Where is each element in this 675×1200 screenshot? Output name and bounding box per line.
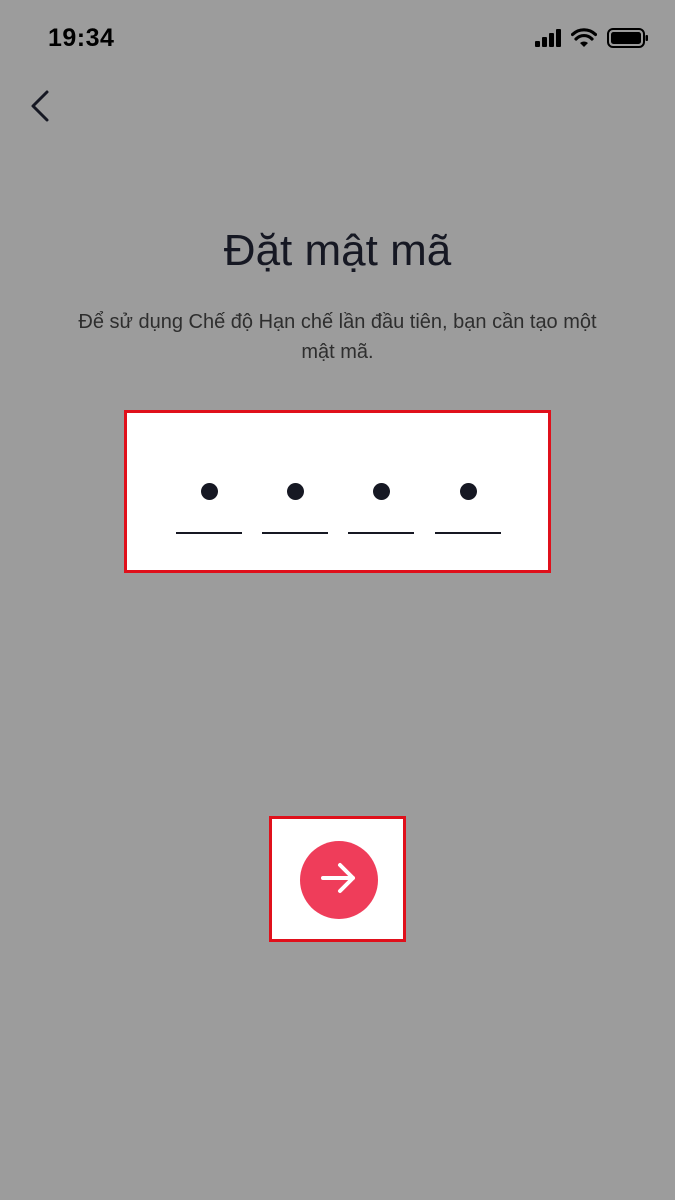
passcode-dot <box>460 483 477 500</box>
page-subtitle: Để sử dụng Chế độ Hạn chế lần đầu tiên, … <box>78 311 597 363</box>
passcode-digit-3[interactable] <box>348 473 414 535</box>
passcode-input[interactable] <box>124 410 551 573</box>
back-button[interactable] <box>20 88 60 128</box>
arrow-right-icon <box>319 861 359 900</box>
signal-icon <box>535 29 561 52</box>
passcode-dot <box>201 483 218 500</box>
passcode-underline <box>348 532 414 534</box>
passcode-underline <box>176 532 242 534</box>
page-title: Đặt mật mã <box>223 226 452 275</box>
status-time: 19:34 <box>48 24 115 52</box>
wifi-icon <box>570 28 598 53</box>
passcode-dot <box>287 483 304 500</box>
passcode-digit-2[interactable] <box>262 473 328 535</box>
passcode-dot <box>373 483 390 500</box>
chevron-left-icon <box>28 89 52 128</box>
status-icons <box>535 28 649 53</box>
passcode-underline <box>435 532 501 534</box>
set-passcode-screen: 19:34 Đặt mật mã Để sử dụng Chế độ Hạn c… <box>0 0 675 1200</box>
passcode-digit-4[interactable] <box>435 473 501 535</box>
next-button[interactable] <box>300 841 378 919</box>
passcode-digit-1[interactable] <box>176 473 242 535</box>
battery-icon <box>607 28 649 53</box>
next-button-highlight <box>269 816 406 942</box>
passcode-underline <box>262 532 328 534</box>
